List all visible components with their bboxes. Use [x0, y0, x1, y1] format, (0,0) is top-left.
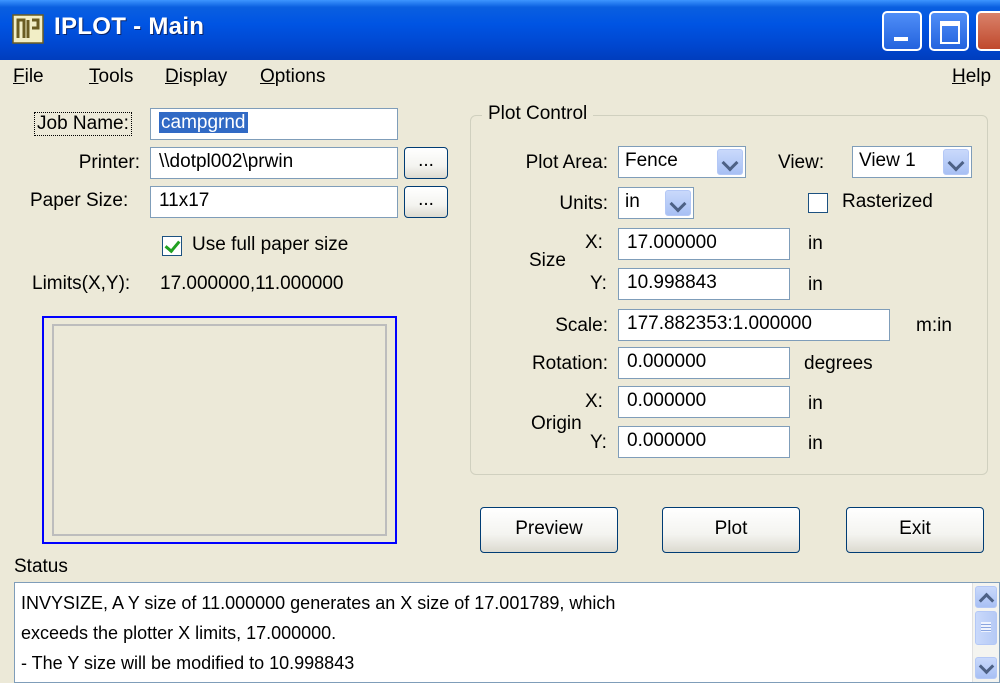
units-label: Units: [559, 193, 608, 214]
rasterized-label: Rasterized [842, 191, 933, 212]
job-name-input[interactable]: campgrnd [150, 108, 398, 140]
size-label: Size [529, 250, 566, 271]
window-title: IPLOT - Main [54, 13, 205, 40]
scroll-thumb[interactable] [975, 611, 997, 645]
maximize-button[interactable] [929, 11, 969, 51]
minimize-button[interactable] [882, 11, 922, 51]
size-y-label: Y: [590, 273, 607, 294]
origin-y-input[interactable]: 0.000000 [618, 426, 790, 458]
plot-area-label: Plot Area: [525, 152, 608, 173]
scale-unit: m:in [916, 315, 952, 336]
close-button[interactable] [976, 11, 1000, 51]
rotation-label: Rotation: [531, 353, 608, 374]
size-x-unit: in [808, 233, 823, 254]
preview-button[interactable]: Preview [480, 507, 618, 553]
job-name-label: Job Name: [34, 112, 132, 136]
rotation-input[interactable]: 0.000000 [618, 347, 790, 379]
use-full-paper-checkbox[interactable] [162, 236, 182, 256]
origin-x-unit: in [808, 393, 823, 414]
menu-help[interactable]: Help [952, 66, 991, 88]
menu-options[interactable]: Options [260, 66, 325, 88]
paper-size-label: Paper Size: [30, 190, 129, 211]
origin-label: Origin [531, 413, 582, 434]
plot-control-title: Plot Control [482, 103, 594, 125]
rotation-unit: degrees [804, 353, 873, 374]
units-value: in [625, 191, 640, 212]
paper-size-browse-button[interactable]: ... [404, 186, 448, 218]
size-x-label: X: [585, 232, 603, 253]
use-full-paper-label: Use full paper size [192, 234, 349, 255]
status-textarea[interactable]: INVYSIZE, A Y size of 11.000000 generate… [14, 582, 1000, 683]
checkmark-icon [164, 236, 181, 254]
scroll-down-icon[interactable] [975, 657, 997, 679]
status-line: INVYSIZE, A Y size of 11.000000 generate… [21, 593, 616, 613]
limits-value: 17.000000,11.000000 [160, 273, 344, 294]
size-y-input[interactable]: 10.998843 [618, 268, 790, 300]
plot-button[interactable]: Plot [662, 507, 800, 553]
scroll-up-icon[interactable] [975, 586, 997, 608]
iplot-app-icon [12, 14, 44, 44]
paper-size-input[interactable]: 11x17 [150, 186, 398, 218]
view-select[interactable]: View 1 [852, 146, 972, 178]
units-select[interactable]: in [618, 187, 694, 219]
printer-input[interactable]: \\dotpl002\prwin [150, 147, 398, 179]
scale-label: Scale: [555, 315, 608, 336]
origin-x-input[interactable]: 0.000000 [618, 386, 790, 418]
status-scrollbar[interactable] [972, 583, 999, 682]
origin-y-unit: in [808, 433, 823, 454]
chevron-down-icon[interactable] [943, 149, 969, 175]
origin-y-label: Y: [590, 432, 607, 453]
menu-display[interactable]: Display [165, 66, 227, 88]
menu-file[interactable]: File [13, 66, 44, 88]
rasterized-checkbox[interactable] [808, 193, 828, 213]
exit-button[interactable]: Exit [846, 507, 984, 553]
printer-label: Printer: [78, 152, 140, 173]
view-label: View: [778, 152, 825, 173]
plot-area-select[interactable]: Fence [618, 146, 746, 178]
menu-tools[interactable]: Tools [89, 66, 133, 88]
status-label: Status [14, 556, 68, 577]
chevron-down-icon[interactable] [665, 190, 691, 216]
origin-x-label: X: [585, 391, 603, 412]
size-y-unit: in [808, 274, 823, 295]
plot-area-value: Fence [625, 150, 678, 171]
size-x-input[interactable]: 17.000000 [618, 228, 790, 260]
paper-preview-inner [52, 324, 387, 536]
job-name-value: campgrnd [159, 112, 248, 133]
paper-preview-box [42, 316, 397, 544]
limits-label: Limits(X,Y): [32, 273, 131, 294]
scale-input[interactable]: 177.882353:1.000000 [618, 309, 890, 341]
status-line: exceeds the plotter X limits, 17.000000. [21, 623, 337, 643]
chevron-down-icon[interactable] [717, 149, 743, 175]
view-value: View 1 [859, 150, 916, 171]
status-line: - The Y size will be modified to 10.9988… [21, 653, 355, 673]
printer-browse-button[interactable]: ... [404, 147, 448, 179]
